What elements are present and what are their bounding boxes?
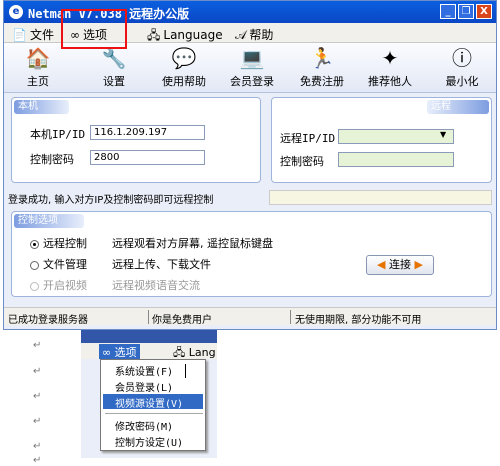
register-icon: 🏃 <box>309 46 335 70</box>
remote-password-label: 控制密码 <box>280 155 324 168</box>
chevron-down-icon[interactable]: ▼ <box>440 130 446 139</box>
status-server: 已成功登录服务器 <box>8 315 88 326</box>
menu-item-video-source[interactable]: 视频源设置(V) <box>115 395 183 410</box>
radio-file-manage[interactable] <box>30 260 39 270</box>
paragraph-mark: ↵ <box>33 340 42 351</box>
arrow-right-icon: ▶ <box>414 258 423 271</box>
radio-video <box>30 281 39 291</box>
paragraph-mark: ↵ <box>33 441 42 452</box>
crop-menu-bar: ∞ 选项 🖧 Lang <box>81 343 217 360</box>
remote-panel-header: 远程 <box>427 100 489 114</box>
login-icon: 💻 <box>239 46 265 70</box>
status-user: 你是免费用户 <box>152 315 212 326</box>
status-separator <box>290 310 291 324</box>
local-password-label: 控制密码 <box>30 153 74 166</box>
menu-item-member-login[interactable]: 会员登录(L) <box>115 379 173 394</box>
option-file-manage-desc: 远程上传、下载文件 <box>112 258 211 271</box>
help-menu-icon: 𝒜 <box>235 28 247 42</box>
option-file-manage[interactable]: 文件管理 <box>30 256 87 272</box>
main-window: e Netman V7.038 远程办公版 _ ❐ X 📄 文件 ∞ 选项 🖧 Lan… <box>3 0 497 330</box>
toolbar: 🏠 主页 🔧 设置 💬 使用帮助 💻 会员登录 🏃 免费注册 ✦ 推荐他人 ⓘ 最小化 <box>4 43 496 93</box>
radio-remote-control[interactable] <box>30 239 39 249</box>
control-options-header: 控制选项 <box>14 214 84 228</box>
status-expiry: 无使用期限, 部分功能不可用 <box>295 315 422 326</box>
status-message: 登录成功, 输入对方IP及控制密码即可远程控制 <box>8 195 214 206</box>
crop-menu-options[interactable]: ∞ 选项 <box>99 344 140 360</box>
help-icon: 💬 <box>171 46 197 70</box>
language-icon: 🖧 <box>147 28 161 42</box>
minimize-window-button[interactable]: _ <box>440 4 456 19</box>
close-window-button[interactable]: X <box>476 4 492 19</box>
restore-window-button[interactable]: ❐ <box>458 4 474 19</box>
local-ip-field[interactable]: 116.1.209.197 <box>90 125 205 140</box>
option-video-desc: 远程视频语音交流 <box>112 279 200 292</box>
star-icon: ✦ <box>381 46 399 70</box>
info-icon: ⓘ <box>452 46 472 70</box>
home-icon: 🏠 <box>25 46 51 70</box>
menu-separator <box>105 413 203 414</box>
text-cursor <box>185 364 186 378</box>
paragraph-mark: ↵ <box>33 455 42 466</box>
use-help-button[interactable]: 💬 使用帮助 <box>154 45 214 91</box>
paragraph-mark: ↵ <box>33 391 42 402</box>
app-icon: e <box>9 5 23 19</box>
remote-ip-label: 远程IP/ID <box>280 132 336 145</box>
free-register-button[interactable]: 🏃 免费注册 <box>292 45 352 91</box>
remote-password-field[interactable] <box>338 152 454 167</box>
menu-file[interactable]: 📄 文件 <box>12 26 54 43</box>
settings-button[interactable]: 🔧 设置 <box>84 45 144 91</box>
remote-panel: 远程 远程IP/ID ▼ 控制密码 <box>271 97 492 183</box>
member-login-button[interactable]: 💻 会员登录 <box>222 45 282 91</box>
file-icon: 📄 <box>12 28 27 42</box>
option-remote-control[interactable]: 远程控制 <box>30 235 87 251</box>
remote-ip-select[interactable] <box>338 129 454 144</box>
menu-item-change-password[interactable]: 修改密码(M) <box>115 418 173 433</box>
minimize-button[interactable]: ⓘ 最小化 <box>432 45 492 91</box>
status-separator <box>148 310 149 324</box>
highlight-box <box>61 9 127 49</box>
arrow-left-icon: ◀ <box>377 258 386 271</box>
menu-item-controller-settings[interactable]: 控制方设定(U) <box>115 434 183 449</box>
status-bar: 已成功登录服务器 你是免费用户 无使用期限, 部分功能不可用 <box>4 307 496 326</box>
title-strip <box>81 330 217 343</box>
options-dropdown-menu: 系统设置(F) 会员登录(L) 视频源设置(V) 修改密码(M) 控制方设定(U… <box>100 359 206 451</box>
local-password-field[interactable]: 2800 <box>90 150 205 165</box>
status-box <box>269 190 492 205</box>
menu-item-system-settings[interactable]: 系统设置(F) <box>115 363 173 378</box>
connect-button[interactable]: ◀ 连接 ▶ <box>366 255 434 275</box>
option-remote-control-desc: 远程观看对方屏幕, 遥控鼠标键盘 <box>112 237 273 250</box>
home-button[interactable]: 🏠 主页 <box>8 45 68 91</box>
local-panel-header: 本机 <box>14 100 69 114</box>
local-panel: 本机 本机IP/ID 116.1.209.197 控制密码 2800 <box>11 97 261 183</box>
menu-help[interactable]: 𝒜 帮助 <box>235 26 273 43</box>
recommend-button[interactable]: ✦ 推荐他人 <box>360 45 420 91</box>
paragraph-mark: ↵ <box>33 366 42 377</box>
local-ip-label: 本机IP/ID <box>30 128 86 141</box>
option-video: 开启视频 <box>30 277 87 293</box>
paragraph-mark: ↵ <box>33 416 42 427</box>
